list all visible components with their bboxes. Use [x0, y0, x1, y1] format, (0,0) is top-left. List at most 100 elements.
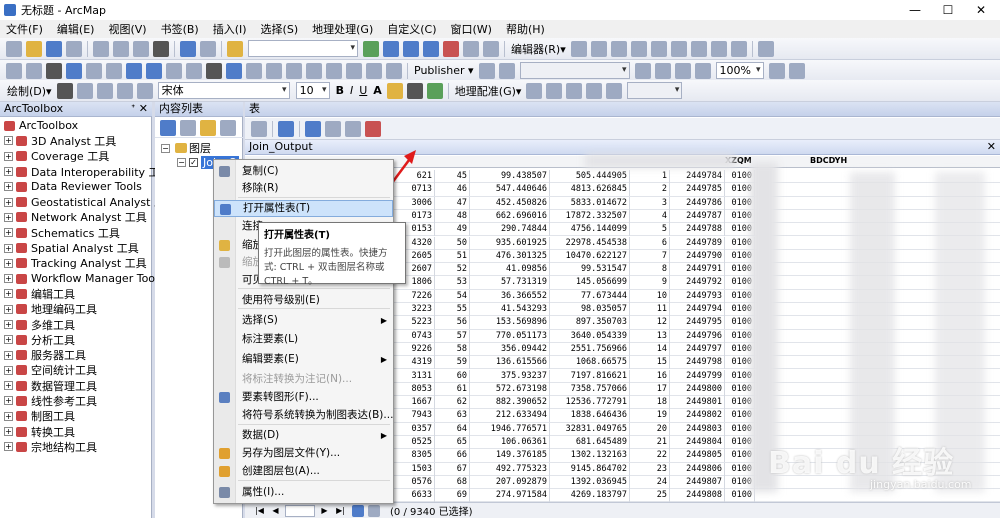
expand-icon[interactable]: +: [4, 396, 13, 406]
menu-selection[interactable]: 选择(S): [261, 21, 299, 37]
table-cell[interactable]: 56: [435, 316, 470, 330]
toolbox-item[interactable]: + Geostatistical Analyst 工具: [0, 194, 176, 209]
table-cell[interactable]: 2449789: [670, 236, 725, 250]
table-cell[interactable]: 46: [435, 183, 470, 197]
font-color-button[interactable]: A: [373, 84, 382, 97]
table-cell[interactable]: 145.056699: [550, 276, 630, 290]
editor-menu[interactable]: 编辑器(R)▾: [511, 41, 566, 57]
table-cell[interactable]: 547.440646: [470, 183, 550, 197]
toolbox-item[interactable]: + 宗地结构工具: [0, 439, 152, 454]
menu-windows[interactable]: 窗口(W): [451, 21, 492, 37]
pan-icon[interactable]: [46, 62, 62, 79]
last-record-icon[interactable]: ▶|: [334, 505, 347, 516]
expand-icon[interactable]: +: [4, 243, 13, 253]
table-cell[interactable]: 149.376185: [470, 449, 550, 463]
table-cell[interactable]: 24: [630, 475, 670, 489]
clear-selection-icon[interactable]: [186, 62, 202, 79]
table-cell[interactable]: 4: [630, 209, 670, 223]
expand-icon[interactable]: +: [4, 427, 13, 437]
table-cell[interactable]: 8305: [395, 449, 435, 463]
table-cell[interactable]: 0357: [395, 422, 435, 436]
table-cell[interactable]: 505.444905: [550, 170, 630, 183]
table-cell[interactable]: 7943: [395, 409, 435, 423]
italic-button[interactable]: I: [350, 84, 353, 97]
list-by-selection-icon[interactable]: [220, 119, 236, 136]
expand-icon[interactable]: +: [4, 212, 13, 222]
table-cell[interactable]: 99.438507: [470, 170, 550, 183]
table-cell[interactable]: 2449788: [670, 223, 725, 237]
table-cell[interactable]: 5: [630, 223, 670, 237]
table-cell[interactable]: 57.731319: [470, 276, 550, 290]
attributes-icon[interactable]: [710, 40, 727, 57]
list-by-visibility-icon[interactable]: [200, 119, 216, 136]
table-cell[interactable]: 9226: [395, 342, 435, 356]
layer-visibility-checkbox[interactable]: ✓: [189, 158, 198, 167]
table-cell[interactable]: 2449806: [670, 462, 725, 476]
table-cell[interactable]: 66: [435, 449, 470, 463]
straight-segment-icon[interactable]: [610, 40, 627, 57]
edit-annotation-icon[interactable]: [590, 40, 607, 57]
table-cell[interactable]: 5223: [395, 316, 435, 330]
expand-icon[interactable]: +: [4, 411, 13, 421]
table-cell[interactable]: 2449808: [670, 489, 725, 502]
catalog-icon[interactable]: [403, 40, 419, 57]
table-cell[interactable]: 23: [630, 462, 670, 476]
font-combo[interactable]: 宋体: [157, 82, 290, 99]
zoom-in-icon[interactable]: [6, 62, 22, 79]
editor-toolbar-icon[interactable]: [363, 40, 379, 57]
table-cell[interactable]: 0525: [395, 436, 435, 449]
table-cell[interactable]: 60: [435, 369, 470, 383]
georef-layer-combo[interactable]: [627, 82, 683, 99]
expand-icon[interactable]: +: [4, 274, 13, 284]
expand-icon[interactable]: +: [4, 197, 13, 207]
table-cell[interactable]: 2449791: [670, 263, 725, 277]
table-cell[interactable]: 207.092879: [470, 475, 550, 489]
new-document-icon[interactable]: [6, 40, 22, 57]
toolbox-item[interactable]: + 转换工具: [0, 424, 152, 439]
context-menu-item[interactable]: 选择(S) ▶: [214, 312, 393, 329]
expand-icon[interactable]: +: [4, 320, 13, 329]
underline-button[interactable]: U: [359, 84, 367, 97]
expand-icon[interactable]: +: [4, 289, 13, 299]
table-of-contents-icon[interactable]: [383, 40, 399, 57]
table-cell[interactable]: 2449794: [670, 303, 725, 316]
table-cell[interactable]: 212.633494: [470, 409, 550, 423]
viewer-window-icon[interactable]: [386, 62, 402, 79]
toolbox-root[interactable]: ArcToolbox: [0, 118, 152, 133]
table-cell[interactable]: 1: [630, 170, 670, 183]
table-cell[interactable]: 8: [630, 263, 670, 277]
delete-icon[interactable]: [153, 40, 169, 57]
expand-icon[interactable]: +: [4, 335, 13, 345]
expand-icon[interactable]: +: [4, 182, 13, 192]
table-cell[interactable]: 0576: [395, 475, 435, 489]
table-cell[interactable]: 1667: [395, 396, 435, 410]
toolbox-item[interactable]: + 多维工具: [0, 317, 152, 332]
table-cell[interactable]: 49: [435, 223, 470, 237]
table-cell[interactable]: 9145.864702: [550, 462, 630, 476]
table-cell[interactable]: 153.569896: [470, 316, 550, 330]
rotate-georef-icon[interactable]: [526, 82, 543, 99]
search-window-icon[interactable]: [423, 40, 439, 57]
table-cell[interactable]: 59: [435, 356, 470, 370]
back-extent-icon[interactable]: [126, 62, 142, 79]
measure-icon[interactable]: [286, 62, 302, 79]
table-cell[interactable]: 99.531547: [550, 263, 630, 277]
collapse-icon[interactable]: −: [161, 143, 170, 153]
table-cell[interactable]: 19: [630, 409, 670, 423]
table-cell[interactable]: 22978.454538: [550, 236, 630, 250]
context-menu-item[interactable]: 属性(I)...: [214, 484, 393, 501]
table-cell[interactable]: 10: [630, 289, 670, 303]
swipe-icon[interactable]: [634, 62, 651, 79]
toolbox-item[interactable]: + 制图工具: [0, 409, 152, 424]
expand-icon[interactable]: +: [4, 258, 13, 268]
table-cell[interactable]: 98.035057: [550, 303, 630, 316]
next-record-icon[interactable]: ▶: [318, 505, 331, 516]
create-features-icon[interactable]: [757, 40, 774, 57]
identify-icon[interactable]: [226, 62, 242, 79]
print-icon[interactable]: [66, 40, 82, 57]
focus-frame-icon[interactable]: [788, 62, 805, 79]
table-cell[interactable]: 63: [435, 409, 470, 423]
table-cell[interactable]: 2: [630, 183, 670, 197]
table-cell[interactable]: 6633: [395, 489, 435, 502]
table-cell[interactable]: 3131: [395, 369, 435, 383]
